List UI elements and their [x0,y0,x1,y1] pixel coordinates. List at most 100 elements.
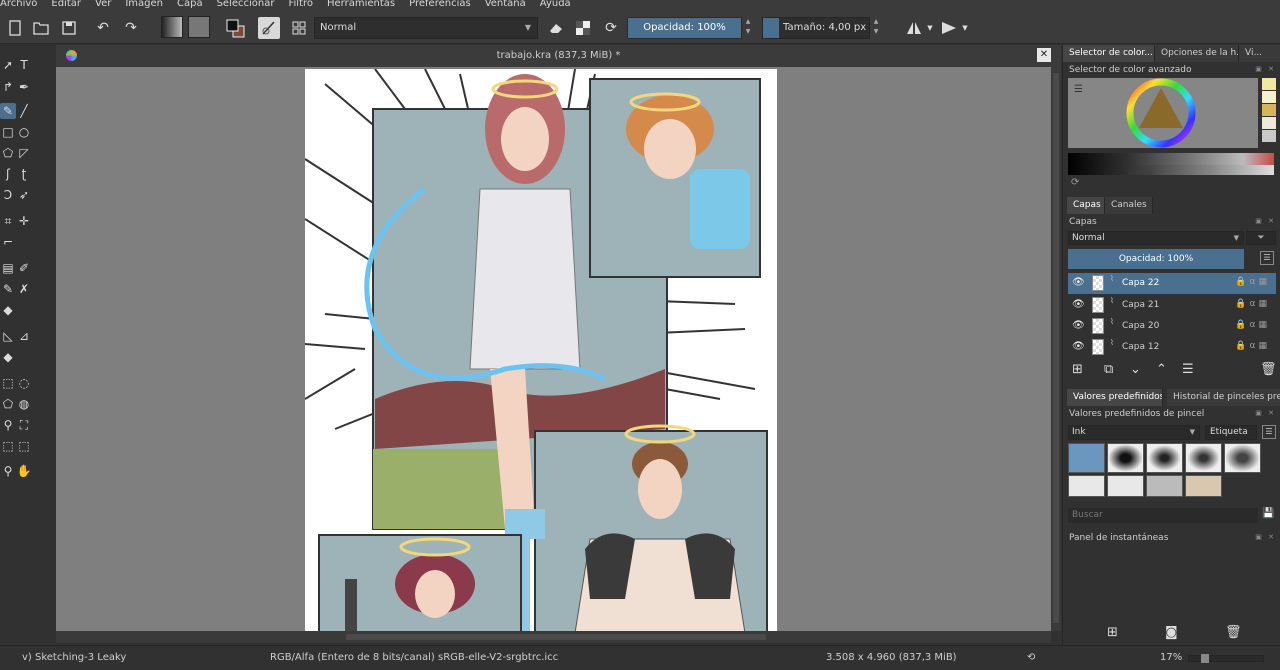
grid-icon[interactable] [288,17,310,39]
preset-search-input[interactable]: Buscar [1068,508,1258,523]
zoom-knob[interactable] [1201,654,1209,663]
gradient-tool-icon[interactable]: ▤ [0,260,16,276]
brush-preset[interactable] [1224,443,1261,473]
history-swatch[interactable] [1262,104,1276,116]
menu-ayuda[interactable]: Ayuda [540,0,571,9]
layer-blend-select[interactable]: Normal ▼ [1068,231,1244,245]
bezier-select-icon[interactable]: ⬚ [0,438,16,454]
menu-filtro[interactable]: Filtro [288,0,313,9]
filter-icon[interactable]: ⏷ [1246,231,1276,245]
mirror-horizontal-icon[interactable] [903,17,925,39]
layer-row[interactable]: 👁 ⌇ Capa 12 🔒α▦ [1068,337,1276,358]
pan-tool-icon[interactable]: ✋ [16,463,32,479]
move-tool-icon[interactable]: ✛ [16,213,32,229]
save-icon[interactable] [58,17,80,39]
rotate-icon[interactable]: ⟲ [1027,652,1035,663]
tag-button[interactable]: Etiqueta [1205,425,1257,440]
freehand-brush-icon[interactable]: ✎ [0,103,16,119]
alpha-lock-icon[interactable] [572,17,594,39]
menu-seleccionar[interactable]: Seleccionar [217,0,275,9]
ellipse-tool-icon[interactable]: ○ [16,124,32,140]
add-snapshot-icon[interactable]: ⊞ [1107,625,1118,640]
tab-color-selector[interactable]: Selector de color... [1063,45,1155,62]
chevron-down-icon[interactable]: ▼ [926,17,934,39]
menu-capa[interactable]: Capa [177,0,203,9]
smart-patch-icon[interactable]: ✗ [16,281,32,297]
layer-lock-alpha-icons[interactable]: 🔒α▦ [1235,341,1270,351]
eye-icon[interactable]: 👁 [1072,277,1085,288]
eye-icon[interactable]: 👁 [1072,320,1085,331]
text-tool-icon[interactable]: T [16,57,32,73]
redo-icon[interactable]: ↷ [120,17,142,39]
brush-preset[interactable] [1146,475,1183,497]
menu-ventana[interactable]: Ventana [485,0,526,9]
colorize-mask-icon[interactable]: ✎ [0,281,16,297]
open-document-icon[interactable] [30,17,52,39]
new-document-icon[interactable] [4,17,26,39]
brush-name[interactable]: v) Sketching-3 Leaky [22,652,126,663]
contiguous-select-icon[interactable]: ⚲ [0,417,16,433]
similar-select-icon[interactable]: ⛶ [16,417,32,433]
tab-view[interactable]: Vi... [1239,45,1280,62]
docker-float-close-icon[interactable]: ▣ ✕ [1255,409,1276,417]
zoom-tool-icon[interactable]: ⚲ [0,463,16,479]
layer-row[interactable]: 👁 ⌇ Capa 20 🔒α▦ [1068,316,1276,337]
layer-name[interactable]: Capa 22 [1122,278,1159,288]
eraser-icon[interactable] [545,17,567,39]
layer-name[interactable]: Capa 20 [1122,321,1159,331]
menu-preferencias[interactable]: Preferencias [409,0,471,9]
reset-colors-icon[interactable]: ⟳ [1071,177,1079,188]
layer-opacity-slider[interactable]: Opacidad: 100% [1068,249,1244,269]
scroll-thumb[interactable] [346,634,766,640]
move-layer-down-icon[interactable]: ⌄ [1130,362,1141,378]
preset-tag-select[interactable]: Ink ▼ [1068,425,1200,440]
eye-icon[interactable]: 👁 [1072,299,1085,310]
horizontal-scrollbar[interactable] [56,631,1051,643]
scroll-thumb[interactable] [1053,73,1059,623]
ellipse-select-icon[interactable]: ◌ [16,375,32,391]
preset-view-icon[interactable]: ☰ [1262,425,1276,439]
polygon-tool-icon[interactable]: ⬠ [0,145,16,161]
crop-tool-icon[interactable]: ⌗ [0,213,16,229]
duplicate-layer-icon[interactable]: ⧉ [1104,362,1113,378]
pattern-swatch[interactable] [188,16,210,38]
tab-brush-presets[interactable]: Valores predefinidos ... [1067,389,1163,406]
color-triangle[interactable] [1139,88,1183,128]
brush-size-slider[interactable]: Tamaño: 4,00 px [762,17,870,39]
assistant-tool-icon[interactable]: ◺ [0,328,16,344]
artwork-canvas[interactable] [305,69,777,633]
tab-tool-options[interactable]: Opciones de la h... [1155,45,1239,62]
multibrush-icon[interactable]: ➶ [16,187,32,203]
transform-tool-icon[interactable]: ⌐ [0,234,16,250]
history-swatch[interactable] [1262,91,1276,103]
layer-name[interactable]: Capa 12 [1122,342,1159,352]
close-icon[interactable]: ✕ [1037,48,1051,62]
gradient-swatch[interactable] [161,16,183,38]
vertical-scrollbar[interactable] [1051,67,1061,631]
layer-row[interactable]: 👁 ⌇ Capa 22 🔒α▦ [1068,273,1276,294]
menu-herramientas[interactable]: Herramientas [327,0,395,9]
layer-row[interactable]: 👁 ⌇ Capa 21 🔒α▦ [1068,295,1276,316]
menu-editar[interactable]: Editar [51,0,81,9]
measure-tool-icon[interactable]: ⊿ [16,328,32,344]
calligraphy-icon[interactable]: ✒ [16,79,32,95]
chevron-down-icon[interactable]: ▼ [961,17,969,39]
mirror-vertical-icon[interactable] [938,17,960,39]
history-swatch[interactable] [1262,130,1276,142]
polyline-tool-icon[interactable]: ◸ [16,145,32,161]
menu-imagen[interactable]: Imagen [125,0,163,9]
menu-ver[interactable]: Ver [95,0,111,9]
layer-name[interactable]: Capa 21 [1122,300,1159,310]
docker-float-close-icon[interactable]: ▣ ✕ [1255,65,1276,73]
color-menu-icon[interactable]: ☰ [1074,84,1083,95]
camera-icon[interactable]: ◙ [1165,625,1178,640]
freehand-path-icon[interactable]: ʈ [16,166,32,182]
tab-channels[interactable]: Canales [1105,197,1153,214]
history-swatch[interactable] [1262,117,1276,129]
line-tool-icon[interactable]: ╱ [16,103,32,119]
edit-shapes-icon[interactable]: ↱ [0,79,16,95]
brush-preset-icon[interactable] [258,17,280,39]
tab-brush-history[interactable]: Historial de pinceles pre... [1167,389,1280,406]
magnetic-select-icon[interactable]: ⬚ [16,438,32,454]
layer-lock-alpha-icons[interactable]: 🔒α▦ [1235,277,1270,287]
